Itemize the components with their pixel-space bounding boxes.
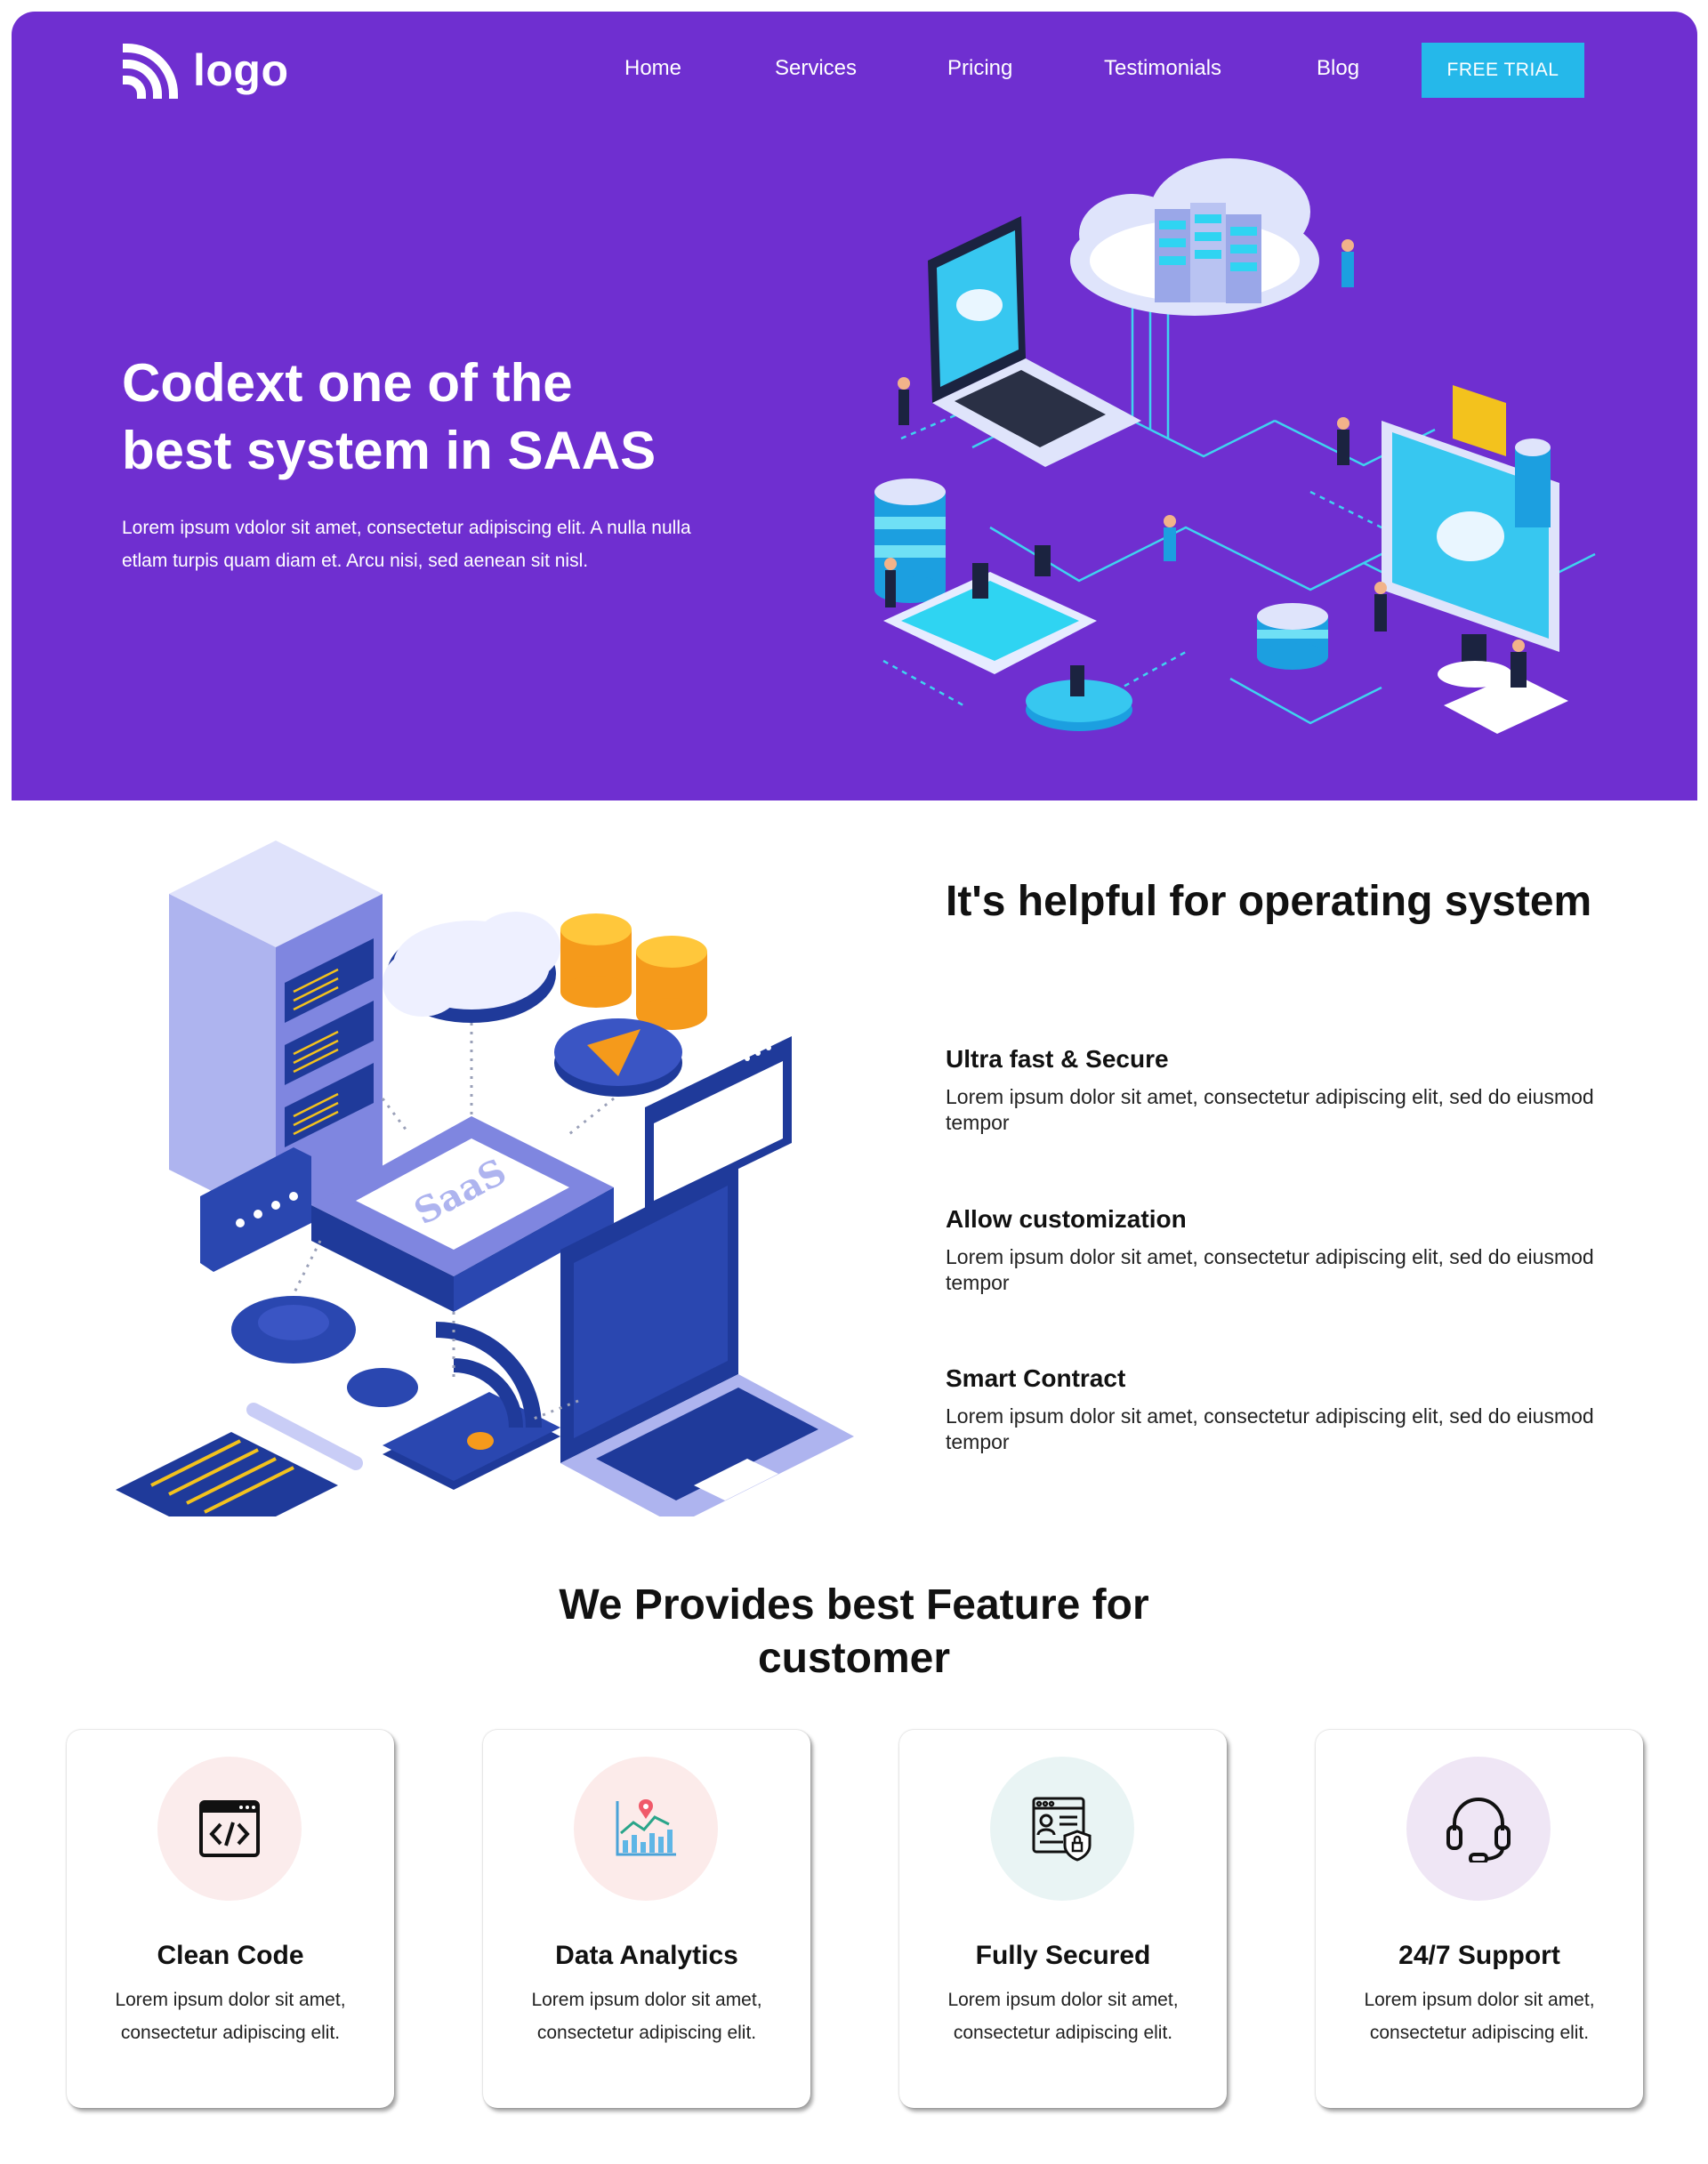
logo-text: logo: [193, 45, 289, 95]
card-text: Lorem ipsum dolor sit amet, consectetur …: [947, 1990, 1179, 2043]
free-trial-button[interactable]: FREE TRIAL: [1422, 43, 1584, 98]
card-text: Lorem ipsum dolor sit amet, consectetur …: [531, 1990, 762, 2043]
nav-testimonials[interactable]: Testimonials: [1104, 56, 1221, 81]
card-title: 24/7 Support: [1398, 1941, 1560, 1970]
nav-pricing[interactable]: Pricing: [947, 56, 1012, 81]
feature-title: Allow customization: [946, 1205, 1187, 1233]
nav-home[interactable]: Home: [624, 56, 681, 81]
card-text: Lorem ipsum dolor sit amet, consectetur …: [115, 1990, 346, 2043]
hero-title: Codext one of the best system in SAAS: [122, 350, 762, 485]
feature-card: Clean Code Lorem ipsum dolor sit amet, c…: [67, 1730, 394, 2108]
hero-description: Lorem ipsum vdolor sit amet, consectetur…: [122, 518, 691, 571]
saas-illustration: SaaS: [116, 841, 854, 1516]
hero-title-line1: Codext one of the: [122, 353, 573, 413]
hero-title-line2: best system in SAAS: [122, 421, 657, 480]
feature-card: Fully Secured Lorem ipsum dolor sit amet…: [899, 1730, 1227, 2108]
nav-blog[interactable]: Blog: [1317, 56, 1359, 81]
headset-icon: [1446, 1798, 1511, 1862]
code-window-icon: [199, 1800, 260, 1857]
card-text: Lorem ipsum dolor sit amet, consectetur …: [1364, 1990, 1595, 2043]
logo-icon: [122, 43, 179, 100]
feature-text: Lorem ipsum dolor sit amet, consectetur …: [946, 1404, 1594, 1453]
about-heading: It's helpful for operating system: [946, 878, 1592, 925]
feature-title: Ultra fast & Secure: [946, 1045, 1169, 1073]
card-title: Clean Code: [157, 1941, 304, 1970]
icon-circle: [574, 1757, 718, 1901]
feature-item: Smart Contract Lorem ipsum dolor sit ame…: [946, 1364, 1604, 1455]
card-title: Fully Secured: [975, 1941, 1151, 1970]
feature-card: 24/7 Support Lorem ipsum dolor sit amet,…: [1316, 1730, 1643, 2108]
feature-title: Smart Contract: [946, 1364, 1126, 1392]
icon-circle: [157, 1757, 302, 1901]
icon-circle: [1406, 1757, 1551, 1901]
icon-circle: [990, 1757, 1134, 1901]
card-title: Data Analytics: [555, 1941, 738, 1970]
about-section: It's helpful for operating system Ultra …: [946, 876, 1604, 1453]
feature-card: Data Analytics Lorem ipsum dolor sit ame…: [483, 1730, 810, 2108]
hero-section: logo Home Services Pricing Testimonials …: [12, 12, 1697, 800]
nav-services[interactable]: Services: [775, 56, 857, 81]
analytics-chart-icon: [616, 1799, 676, 1856]
feature-item: Allow customization Lorem ipsum dolor si…: [946, 1205, 1604, 1296]
cloud-network-illustration: [874, 158, 1596, 734]
feature-item: Ultra fast & Secure Lorem ipsum dolor si…: [946, 1045, 1604, 1136]
features-heading: We Provides best Feature for customer: [559, 1581, 1149, 1682]
logo[interactable]: logo: [122, 41, 289, 100]
secure-document-icon: [1032, 1797, 1092, 1862]
feature-text: Lorem ipsum dolor sit amet, consectetur …: [946, 1085, 1594, 1134]
feature-text: Lorem ipsum dolor sit amet, consectetur …: [946, 1245, 1594, 1294]
